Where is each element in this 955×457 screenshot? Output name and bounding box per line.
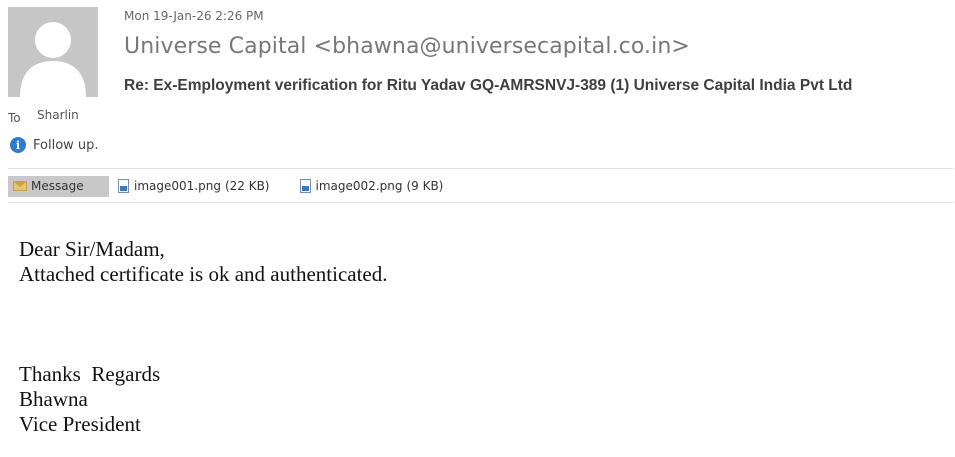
attachment-size: (22 KB)	[224, 179, 270, 193]
sent-timestamp: Mon 19-Jan-26 2:26 PM	[124, 9, 264, 23]
body-line: Attached certificate is ok and authentic…	[19, 262, 388, 286]
person-silhouette-icon	[8, 7, 98, 97]
envelope-icon	[13, 181, 27, 191]
attachment-item[interactable]: image002.png (9 KB)	[299, 179, 444, 193]
recipient-name[interactable]: Sharlin	[37, 108, 79, 122]
sender-avatar[interactable]	[8, 7, 98, 97]
header-divider	[8, 168, 954, 169]
email-subject: Re: Ex-Employment verification for Ritu …	[124, 77, 853, 94]
email-reading-pane: Mon 19-Jan-26 2:26 PM Universe Capital <…	[0, 0, 955, 457]
body-greeting: Dear Sir/Madam,	[19, 237, 165, 261]
body-divider	[8, 202, 954, 203]
sender-name[interactable]: Universe Capital <bhawna@universecapital…	[124, 34, 690, 59]
message-tab[interactable]: Message	[8, 175, 109, 197]
image-file-icon	[299, 179, 311, 193]
signature-name: Bhawna	[19, 387, 88, 411]
follow-up-text: Follow up.	[33, 137, 99, 153]
to-label: To	[8, 111, 21, 125]
image-file-icon	[118, 179, 129, 193]
info-icon: i	[10, 137, 26, 153]
signature-line: Thanks Regards	[19, 362, 161, 386]
follow-up-flag: i Follow up.	[10, 137, 99, 153]
attachment-name: image002.png	[315, 179, 403, 193]
attachment-size: (9 KB)	[406, 179, 444, 193]
signature-title: Vice President	[19, 412, 141, 436]
attachment-name: image001.png	[134, 179, 221, 193]
attachment-bar: Message image001.png (22 KB) image002.pn…	[8, 175, 954, 197]
attachment-item[interactable]: image001.png (22 KB)	[118, 179, 270, 193]
message-tab-label: Message	[31, 179, 84, 193]
email-body: Dear Sir/Madam, Attached certificate is …	[19, 237, 388, 437]
